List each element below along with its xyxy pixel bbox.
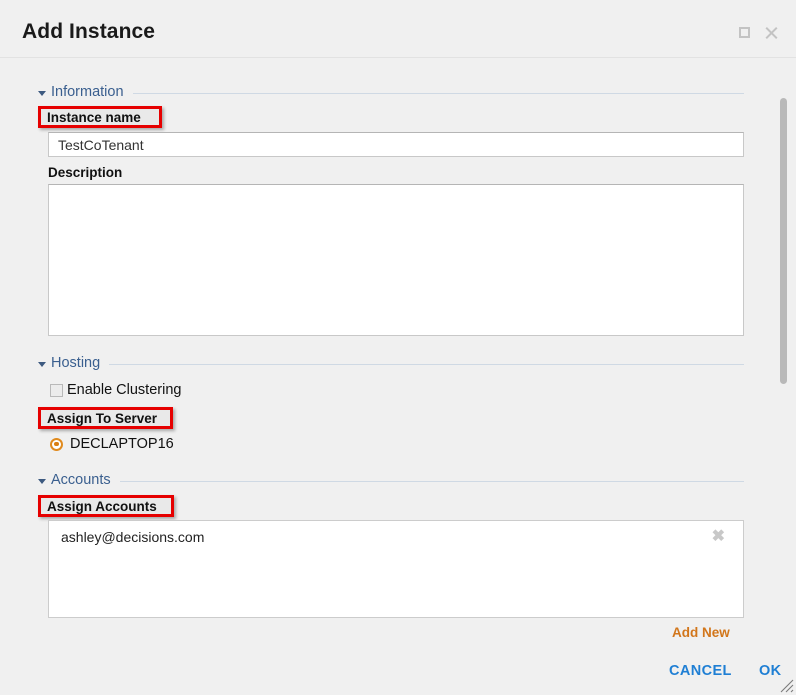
remove-account-icon[interactable]: ✖	[712, 529, 733, 545]
enable-clustering-checkbox[interactable]	[50, 383, 63, 397]
description-textarea[interactable]	[48, 184, 744, 336]
enable-clustering-label: Enable Clustering	[67, 382, 182, 398]
close-icon	[764, 26, 778, 40]
server-option-declaptop16[interactable]: DECLAPTOP16	[50, 436, 174, 452]
section-title-information: Information	[51, 84, 124, 100]
assign-to-server-label: Assign To Server	[47, 410, 158, 426]
assign-accounts-list[interactable]: ashley@decisions.com ✖	[48, 520, 744, 618]
instance-name-label-highlight: Instance name	[38, 106, 162, 128]
vertical-scrollbar[interactable]	[779, 74, 788, 474]
resize-grip-icon[interactable]	[778, 677, 794, 693]
window-controls	[738, 26, 778, 40]
section-divider	[119, 481, 744, 482]
instance-name-label: Instance name	[47, 109, 141, 125]
section-divider	[132, 93, 744, 94]
cancel-button[interactable]: CANCEL	[669, 663, 732, 679]
section-header-accounts[interactable]: Accounts	[38, 472, 744, 488]
list-item[interactable]: ashley@decisions.com ✖	[49, 521, 743, 551]
instance-name-input[interactable]	[48, 132, 744, 157]
assign-accounts-label: Assign Accounts	[47, 498, 157, 514]
close-button[interactable]	[764, 26, 778, 40]
dialog-body: Information Instance name Description Ho…	[0, 58, 796, 648]
square-icon	[739, 27, 750, 38]
server-option-label: DECLAPTOP16	[70, 436, 174, 452]
section-title-hosting: Hosting	[51, 355, 101, 371]
add-new-button[interactable]: Add New	[672, 625, 730, 640]
chevron-down-icon[interactable]	[38, 361, 46, 367]
page-title: Add Instance	[22, 20, 156, 43]
assign-to-server-label-highlight: Assign To Server	[38, 407, 173, 429]
dialog-footer: CANCEL OK	[0, 648, 796, 695]
section-title-accounts: Accounts	[51, 472, 111, 488]
dialog-titlebar: Add Instance	[0, 0, 796, 58]
assign-accounts-label-highlight: Assign Accounts	[38, 495, 174, 517]
section-header-information[interactable]: Information	[38, 84, 744, 100]
chevron-down-icon[interactable]	[38, 478, 46, 484]
chevron-down-icon[interactable]	[38, 90, 46, 96]
description-label: Description	[48, 165, 123, 180]
enable-clustering-row[interactable]: Enable Clustering	[50, 382, 181, 398]
maximize-button[interactable]	[738, 26, 752, 40]
scrollbar-thumb[interactable]	[780, 98, 787, 384]
radio-selected-icon[interactable]	[50, 437, 63, 451]
section-header-hosting[interactable]: Hosting	[38, 355, 744, 371]
section-divider	[109, 364, 744, 365]
account-email: ashley@decisions.com	[61, 529, 205, 545]
